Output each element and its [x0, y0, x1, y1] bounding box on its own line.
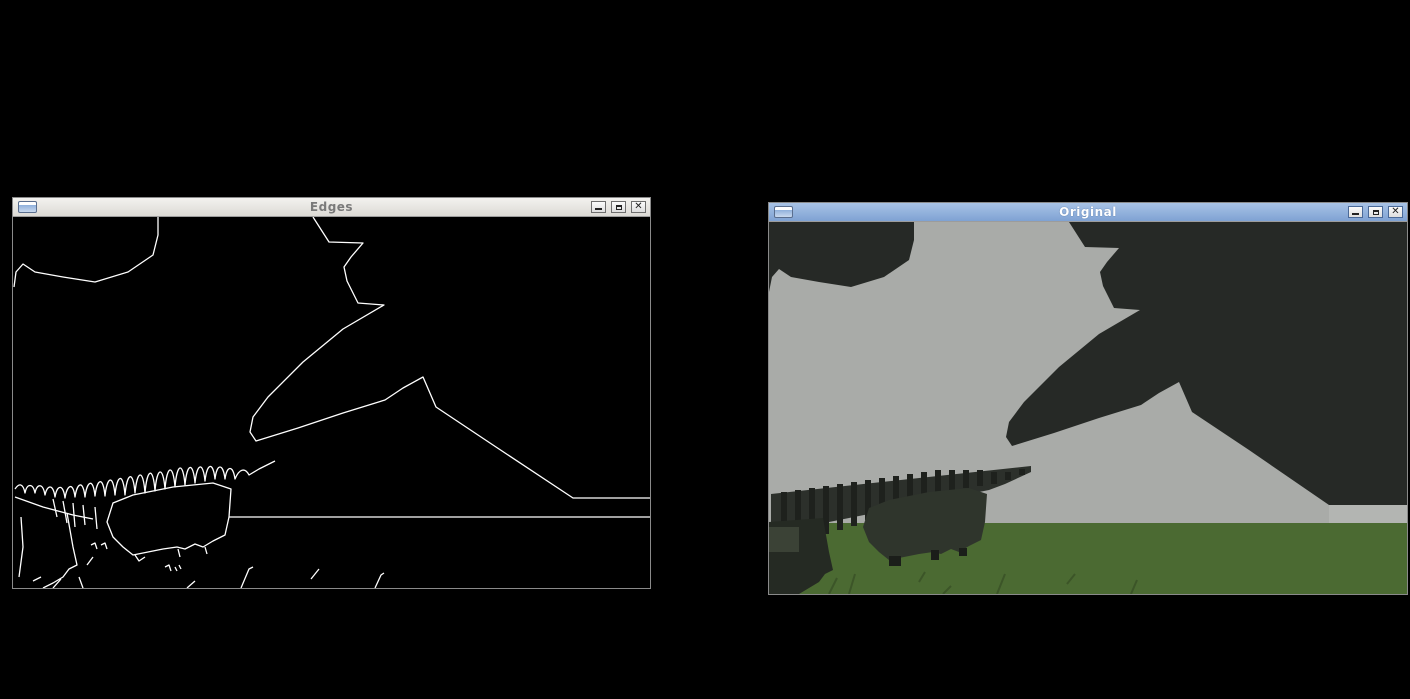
original-window[interactable]: Original ✕	[768, 202, 1408, 595]
left-box-highlight	[769, 527, 799, 552]
minimize-icon[interactable]	[591, 201, 606, 213]
close-icon[interactable]: ✕	[631, 201, 646, 213]
original-titlebar[interactable]: Original ✕	[769, 203, 1407, 222]
maximize-icon[interactable]	[611, 201, 626, 213]
minimize-icon[interactable]	[1348, 206, 1363, 218]
edges-window-controls: ✕	[591, 201, 646, 213]
original-window-controls: ✕	[1348, 206, 1403, 218]
edges-titlebar[interactable]: Edges ✕	[13, 198, 650, 217]
edges-window-title: Edges	[309, 200, 354, 214]
edges-window[interactable]: Edges ✕	[12, 197, 651, 589]
ground-region	[769, 523, 1407, 594]
original-window-title: Original	[1059, 205, 1117, 219]
edges-image-canvas	[13, 217, 650, 588]
original-image-canvas	[769, 222, 1407, 594]
maximize-icon[interactable]	[1368, 206, 1383, 218]
edges-image	[13, 217, 650, 588]
edges-background	[13, 217, 650, 588]
desktop: Edges ✕ Original ✕	[0, 0, 1410, 699]
close-icon[interactable]: ✕	[1388, 206, 1403, 218]
horizon-band	[1329, 505, 1407, 523]
original-image	[769, 222, 1407, 594]
